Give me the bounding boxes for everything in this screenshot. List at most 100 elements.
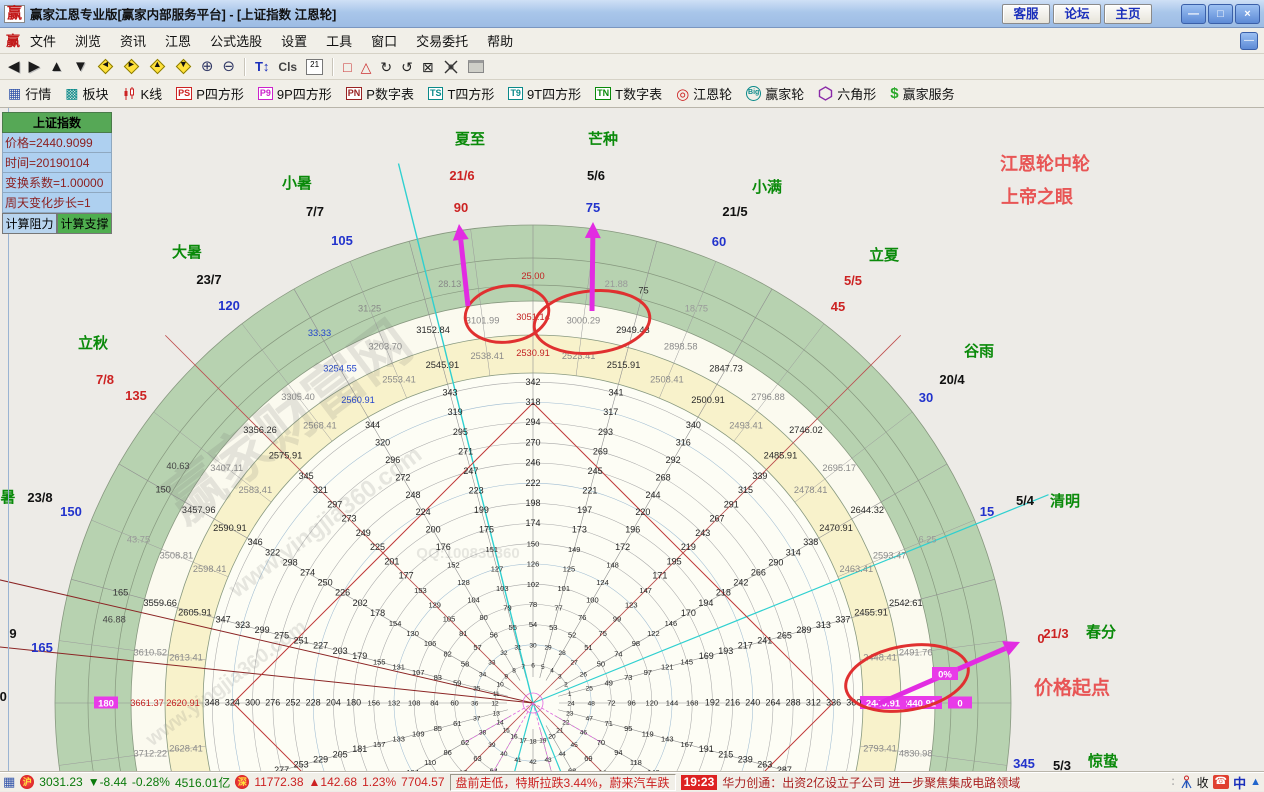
svg-text:120: 120 [218,298,240,313]
svg-text:317: 317 [603,407,618,417]
menu-file[interactable]: 文件 [30,31,56,50]
svg-text:179: 179 [352,651,367,661]
status-grid-icon[interactable]: ▦ [3,774,15,790]
minimize-button[interactable]: — [1181,4,1206,24]
svg-text:242: 242 [733,578,748,588]
toolbar-item-services[interactable]: $赢家服务 [890,84,954,103]
toolbar-item-sectors[interactable]: ▩板块 [65,84,108,103]
menu-trade[interactable]: 交易委托 [416,31,468,50]
svg-text:276: 276 [265,698,280,708]
toolbar-item-label: 赢家轮 [765,84,804,103]
toolbar-item-gann-wheel[interactable]: ◎江恩轮 [676,84,732,103]
menu-help[interactable]: 帮助 [487,31,513,50]
svg-text:立夏: 立夏 [869,246,900,264]
svg-text:3152.84: 3152.84 [416,325,450,335]
toolbar-item-label: 9T四方形 [527,84,581,103]
support-button[interactable]: 客服 [1002,4,1050,24]
svg-text:2470.91: 2470.91 [819,523,853,533]
svg-text:123: 123 [625,600,638,609]
svg-text:立秋: 立秋 [78,334,109,352]
up-icon[interactable]: ▲ [49,57,64,77]
toolbar-item-9p-square[interactable]: P99P四方形 [258,84,332,103]
toolbar-item-label: T四方形 [447,84,494,103]
menu-settings[interactable]: 设置 [281,31,307,50]
close-button[interactable]: × [1235,4,1260,24]
phone-icon[interactable]: ☎ [1213,775,1229,789]
menu-formula[interactable]: 公式选股 [210,31,262,50]
p9-badge-icon: P9 [258,87,273,100]
zoom-in-icon[interactable]: ⊕ [201,57,214,77]
calc-resistance-button[interactable]: 计算阻力 [2,213,57,234]
ime-indicator[interactable]: 中 [1233,773,1246,792]
menu-window[interactable]: 窗口 [371,31,397,50]
svg-text:5: 5 [541,664,545,671]
forum-button[interactable]: 论坛 [1053,4,1101,24]
toolbar-item-p-square[interactable]: PSP四方形 [176,84,244,103]
menu-browse[interactable]: 浏览 [75,31,101,50]
svg-text:215: 215 [718,749,733,759]
svg-text:314: 314 [786,547,801,557]
back-icon[interactable]: ◀ [8,57,20,77]
homepage-button[interactable]: 主页 [1104,4,1152,24]
down-icon[interactable]: ▼ [73,57,88,77]
gann-wheel-chart[interactable]: 2440.912491.762542.612593.472644.322695.… [0,108,1264,772]
rotate-ccw-icon[interactable]: ↺ [401,57,413,77]
date-row: 时间=20190104 [2,153,112,173]
square-tool-icon[interactable]: □ [343,57,351,77]
calendar-icon[interactable]: 21 [306,59,323,75]
presentation-icon[interactable] [468,60,484,73]
toolbar-item-t-square[interactable]: TST四方形 [428,84,494,103]
pan-left-icon[interactable]: ◄ [97,58,114,75]
svg-text:2598.41: 2598.41 [193,564,227,574]
up-arrow-icon[interactable]: ▲ [1250,776,1261,788]
receive-label[interactable]: 收 [1197,774,1209,791]
svg-text:169: 169 [699,651,714,661]
svg-text:345: 345 [299,471,314,481]
svg-text:2746.02: 2746.02 [789,425,823,435]
toolbar-item-kline[interactable]: K线 [123,84,163,103]
zoom-out-icon[interactable]: ⊖ [222,57,235,77]
pan-down-icon[interactable]: ▼ [175,58,192,75]
clear-button[interactable]: Cls [278,57,297,77]
delete-box-icon[interactable]: ⊠ [422,57,434,77]
calc-support-button[interactable]: 计算支撑 [57,213,112,234]
t-scale-icon[interactable]: T↕ [255,57,269,77]
toolbar-item-t-table[interactable]: TNT数字表 [595,84,662,103]
gann-wheel-svg[interactable]: 2440.912491.762542.612593.472644.322695.… [0,108,1264,772]
menu-gann[interactable]: 江恩 [165,31,191,50]
pan-right-icon[interactable]: ► [123,58,140,75]
mdi-restore-button[interactable]: — [1240,32,1258,50]
svg-text:44: 44 [558,751,566,758]
svg-text:203: 203 [333,646,348,656]
svg-text:35: 35 [473,686,481,693]
svg-text:42: 42 [529,759,537,766]
menu-news[interactable]: 资讯 [120,31,146,50]
toolbar-item-9t-square[interactable]: T99T四方形 [508,84,581,103]
toolbar-item-winner-wheel[interactable]: Big赢家轮 [746,84,804,103]
crosshair-icon[interactable] [443,59,459,75]
svg-text:300: 300 [245,698,260,708]
menu-tools[interactable]: 工具 [326,31,352,50]
forward-icon[interactable]: ▶ [29,57,41,77]
svg-text:57: 57 [473,643,481,652]
rotate-cw-icon[interactable]: ↻ [380,57,392,77]
toolbar-item-p-table[interactable]: PNP数字表 [346,84,414,103]
pan-up-icon[interactable]: ▲ [149,58,166,75]
pan-right-arrow: ► [123,59,140,69]
svg-text:341: 341 [609,388,624,398]
svg-text:47: 47 [586,716,594,723]
svg-text:2545.91: 2545.91 [426,360,460,370]
svg-text:惊蛰: 惊蛰 [1088,752,1118,770]
svg-text:149: 149 [568,545,581,554]
svg-text:168: 168 [686,699,699,708]
sh-index-pct: -0.28% [132,775,170,789]
news-headline[interactable]: 华力创通：出资2亿设立子公司 进一步聚焦集成电路领域 [722,774,1020,791]
triangle-tool-icon[interactable]: △ [361,57,372,77]
news-ticker-box[interactable]: 盘前走低，特斯拉跌3.44%，蔚来汽车跌 [450,774,676,791]
maximize-button[interactable]: □ [1208,4,1233,24]
toolbar-item-hexagon[interactable]: 六角形 [818,84,876,103]
toolbar-item-quotes[interactable]: ▦行情 [8,84,51,103]
svg-text:30: 30 [919,390,933,405]
svg-text:316: 316 [676,437,691,447]
svg-text:270: 270 [525,437,540,447]
